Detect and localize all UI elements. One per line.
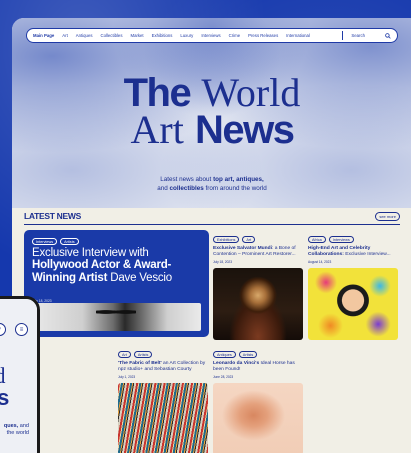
article-card-da-vinci-horse[interactable]: Antiques Artists Leonardo da Vinci's Ide…: [213, 351, 303, 453]
card-headline[interactable]: High-End Art and Celebrity Collaboration…: [308, 246, 398, 258]
tag-antiques[interactable]: Antiques: [213, 351, 236, 358]
hero-section: Main Page Art Antiques Collectibles Mark…: [12, 18, 411, 208]
nav-item-exhibitions[interactable]: Exhibitions: [152, 33, 173, 38]
search-icon: [385, 32, 391, 39]
site-title: The World Art News: [112, 73, 312, 152]
section-divider: [24, 224, 400, 225]
horse-sketch-image[interactable]: [213, 383, 303, 453]
title-art: Art: [130, 107, 184, 152]
tag-artists[interactable]: Artists: [238, 351, 258, 358]
card-tags: Exhibitions Art: [213, 236, 303, 243]
mobile-menu-icon[interactable]: ≡: [15, 323, 28, 336]
nav-item-market[interactable]: Market: [130, 33, 143, 38]
search-button[interactable]: Search: [351, 32, 391, 39]
card-tags: Antiques Artists: [213, 351, 303, 358]
title-news: News: [194, 108, 295, 152]
tag-africa[interactable]: Africa: [308, 236, 326, 243]
search-label: Search: [351, 33, 365, 38]
tag-artists[interactable]: Artists: [60, 238, 79, 245]
article-card-celebrity-collaborations[interactable]: Africa Interviews High-End Art and Celeb…: [308, 236, 398, 341]
card-headline[interactable]: Leonardo da Vinci's Ideal Horse has been…: [213, 361, 303, 373]
card-date: July 18, 2023: [213, 260, 232, 265]
card-date: August 14, 2023: [308, 260, 332, 265]
tag-art[interactable]: Art: [118, 351, 131, 358]
nav-divider: [342, 31, 344, 40]
feature-portrait-image[interactable]: [32, 303, 201, 331]
threads-image[interactable]: [118, 383, 208, 453]
nav-item-crime[interactable]: Crime: [229, 33, 240, 38]
latest-news-header: LATEST NEWS see more: [24, 210, 400, 222]
browser-page: Main Page Art Antiques Collectibles Mark…: [12, 18, 411, 453]
mobile-site-title: rld ws: [0, 365, 9, 409]
site-tagline: Latest news about top art, antiques, and…: [157, 176, 267, 193]
card-tags: Art Artists: [118, 351, 208, 358]
featured-article-card[interactable]: Interviews Artists Exclusive Interview w…: [24, 230, 209, 337]
nav-item-collectibles[interactable]: Collectibles: [101, 33, 123, 38]
card-tags: Africa Interviews: [308, 236, 398, 243]
feature-headline[interactable]: Exclusive Interview with Hollywood Actor…: [32, 247, 204, 284]
nav-item-international[interactable]: International: [286, 33, 310, 38]
tag-art[interactable]: Art: [242, 236, 256, 243]
nav-item-luxury[interactable]: Luxury: [180, 33, 193, 38]
tag-exhibitions[interactable]: Exhibitions: [213, 236, 240, 243]
mobile-tagline: ques, and the world: [3, 423, 29, 437]
nav-item-antiques[interactable]: Antiques: [76, 33, 93, 38]
tag-artists[interactable]: Artists: [133, 351, 153, 358]
feature-tags: Interviews Artists: [32, 238, 79, 245]
tag-interviews[interactable]: Interviews: [32, 238, 58, 245]
colorful-portrait-image[interactable]: [308, 268, 398, 341]
card-date: July 1, 2023: [118, 375, 136, 380]
tag-interviews[interactable]: Interviews: [328, 236, 354, 243]
nav-item-press-releases[interactable]: Press Releases: [248, 33, 278, 38]
article-card-fabric-of-belt[interactable]: Art Artists 'The Fabric of Belt' an Art …: [118, 351, 208, 453]
nav-item-main-page[interactable]: Main Page: [33, 33, 54, 38]
nav-item-art[interactable]: Art: [62, 33, 68, 38]
mobile-device-mockup: ⌕ ≡ rld ws ques, and the world: [0, 296, 40, 453]
salvator-mundi-image[interactable]: [213, 268, 303, 341]
article-card-salvator-mundi[interactable]: Exhibitions Art Exclusive Salvator Mundi…: [213, 236, 303, 341]
card-headline[interactable]: Exclusive Salvator Mundi: a Bone of Cont…: [213, 246, 303, 258]
top-navigation: Main Page Art Antiques Collectibles Mark…: [26, 28, 398, 43]
mobile-search-icon[interactable]: ⌕: [0, 323, 6, 336]
nav-item-interviews[interactable]: Interviews: [201, 33, 220, 38]
card-date: June 28, 2023: [213, 375, 234, 380]
section-title: LATEST NEWS: [24, 211, 81, 221]
card-headline[interactable]: 'The Fabric of Belt' an Art Collection b…: [118, 361, 208, 373]
see-more-button[interactable]: see more: [375, 211, 400, 221]
mobile-screen: ⌕ ≡ rld ws ques, and the world: [0, 299, 37, 453]
